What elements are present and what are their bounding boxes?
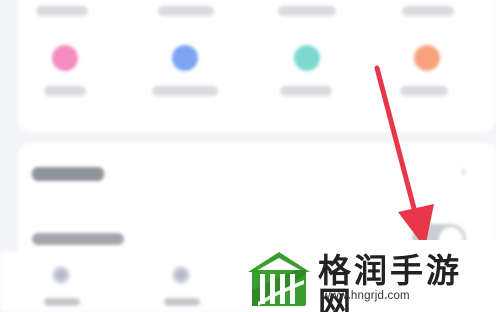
watermark-title: 格润手游网 [318, 251, 462, 312]
watermark-logo [248, 252, 310, 306]
watermark-url-domain: hngrjd [350, 290, 385, 302]
watermark-url: www.hngrjd.com [322, 290, 410, 303]
watermark-url-suffix: com [387, 290, 410, 302]
watermark-url-prefix: www [322, 290, 348, 302]
